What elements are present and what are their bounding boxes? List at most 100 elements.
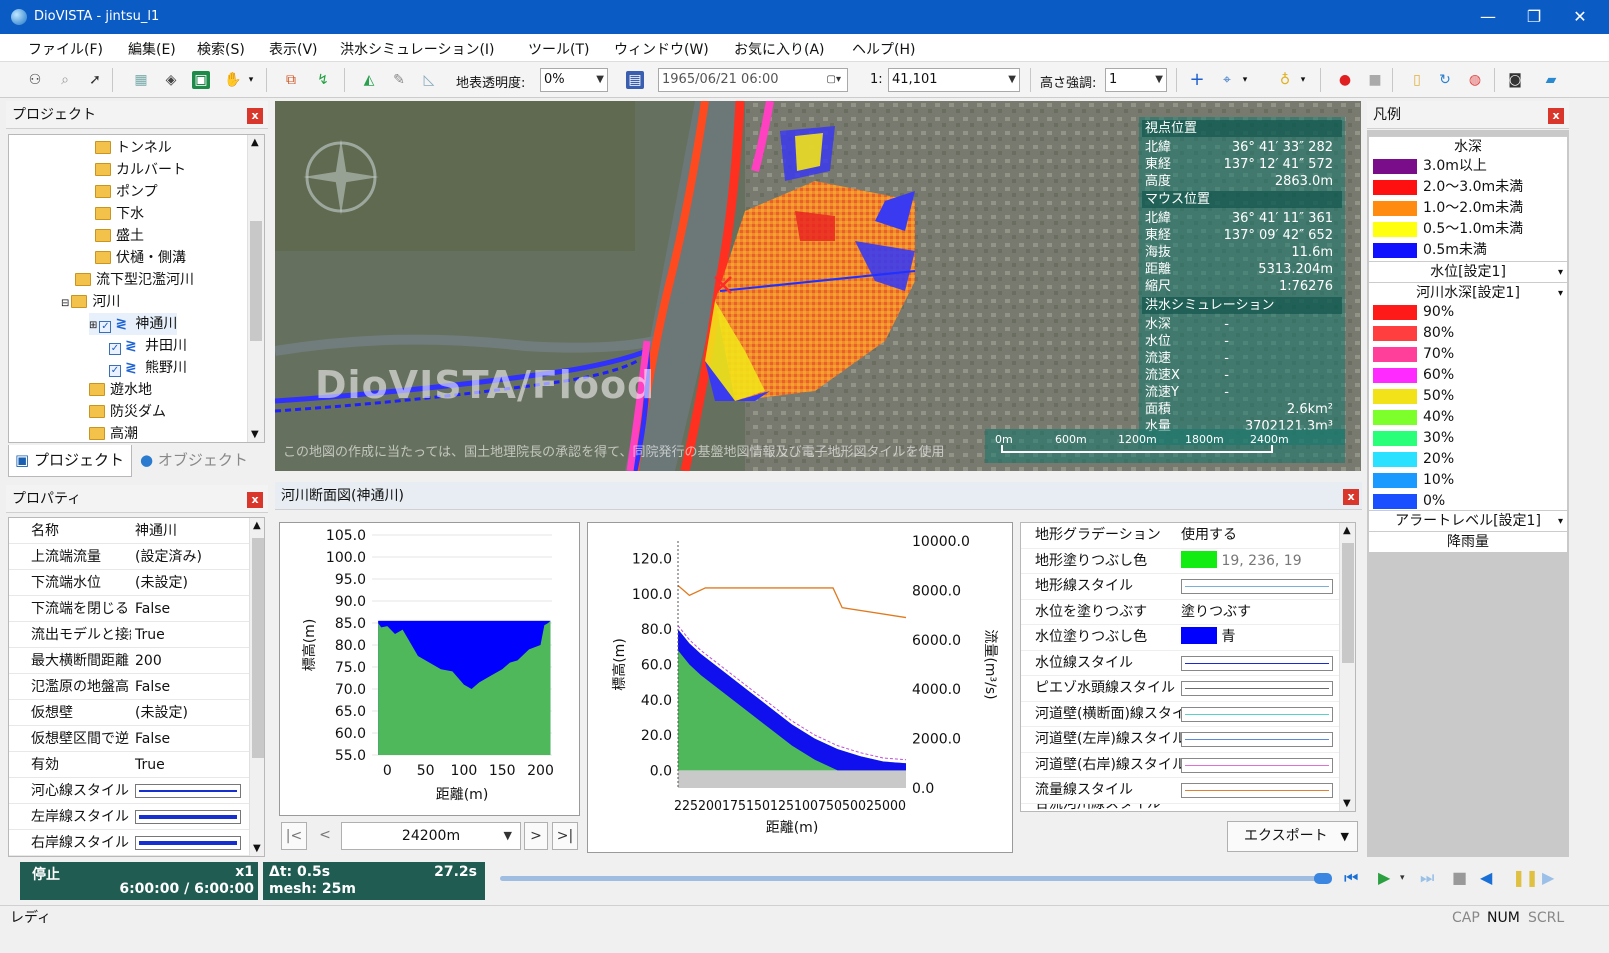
tree-scrollbar[interactable]: ▲ ▼ (247, 135, 264, 442)
minimize-button[interactable]: — (1465, 0, 1511, 34)
pin-icon[interactable]: ◈ (162, 71, 180, 89)
style-row[interactable]: 地形線スタイル (1021, 574, 1339, 600)
style-row[interactable]: 地形塗りつぶし色 19, 236, 19 (1021, 549, 1339, 574)
menu-favorites[interactable]: お気に入り(A) (734, 39, 825, 59)
angle-tool-icon[interactable]: ◺ (420, 71, 438, 89)
crosshair-icon[interactable]: + (1188, 71, 1206, 89)
prop-row[interactable]: 下流端水位 (未設定) (9, 570, 249, 596)
menu-window[interactable]: ウィンドウ(W) (614, 39, 709, 59)
properties-close-icon[interactable]: x (247, 492, 263, 508)
project-close-icon[interactable]: x (247, 108, 263, 124)
lightbulb-icon[interactable]: ♁ (1276, 71, 1294, 89)
style-row[interactable]: 流量線スタイル (1021, 778, 1339, 804)
legend-water-level[interactable]: 水位[設定1] ▾ (1369, 261, 1567, 282)
calendar-icon[interactable]: ▤ (626, 71, 644, 89)
style-scrollbar[interactable]: ▲ ▼ (1339, 523, 1355, 811)
zoom-icon[interactable]: ⌖ (1218, 71, 1236, 89)
style-row[interactable]: ピエゾ水頭線スタイル (1021, 676, 1339, 702)
prop-row[interactable]: 有効 True (9, 752, 249, 778)
close-window-button[interactable]: ✕ (1557, 0, 1603, 34)
checkbox-jintsu[interactable]: ✓ (99, 321, 112, 333)
opacity-select[interactable]: 0% ▼ (540, 68, 608, 92)
prop-row[interactable]: 河心線スタイル (9, 778, 249, 804)
light-dropdown-chevron-icon[interactable]: ▾ (1298, 71, 1308, 89)
tree-scroll-thumb[interactable] (250, 221, 262, 341)
style-row[interactable]: 水位塗りつぶし色 青 (1021, 625, 1339, 651)
export-image-icon[interactable]: ▰ (1542, 71, 1560, 89)
route-icon[interactable]: ↯ (314, 71, 332, 89)
style-row[interactable]: 水位を塗りつぶす 塗りつぶす (1021, 600, 1339, 625)
play-icon[interactable]: ▶ (1378, 868, 1390, 887)
tree-item-culvert[interactable]: カルバート (95, 159, 186, 181)
legend-close-icon[interactable]: x (1548, 108, 1564, 124)
terrain-icon[interactable]: ◭ (360, 71, 378, 89)
tree-item-drain[interactable]: 伏樋・側溝 (95, 247, 186, 269)
scale-select[interactable]: 41,101 ▼ (888, 68, 1020, 92)
style-row[interactable]: 河道壁(横断面)線スタイル (1021, 702, 1339, 727)
prop-row[interactable]: 上流端流量 (設定済み) (9, 544, 249, 570)
style-row[interactable]: 地形グラデーション 使用する (1021, 523, 1339, 549)
longitudinal-chart[interactable]: 120.0 100.0 80.0 60.0 40.0 20.0 0.0 10000.0 8000… (587, 522, 1013, 853)
style-row[interactable]: 河道壁(左岸)線スタイル (1021, 727, 1339, 753)
prop-row[interactable]: 氾濫原の地盤高 False (9, 674, 249, 700)
hand-dropdown-chevron-icon[interactable]: ▾ (246, 71, 256, 89)
cross-section-chart[interactable]: 105.0 100.0 95.0 90.0 85.0 80.0 75.0 70.0 65.0 60… (279, 522, 580, 816)
prop-row[interactable]: 右岸線スタイル (9, 830, 249, 856)
add-object-icon[interactable]: ⧉ (282, 71, 300, 89)
checkbox-kumano[interactable]: ✓ (109, 365, 121, 377)
tree-item-tunnel[interactable]: トンネル (95, 137, 172, 159)
props-scroll-thumb[interactable] (252, 538, 264, 758)
zoom-search-icon[interactable]: ⌕ (56, 71, 74, 89)
binoculars-icon[interactable]: ⚇ (26, 71, 44, 89)
props-scrollbar[interactable]: ▲ ▼ (249, 518, 264, 856)
height-select[interactable]: 1 ▼ (1105, 68, 1167, 92)
checkbox-ida[interactable]: ✓ (109, 343, 121, 355)
skip-forward-icon[interactable]: ⏭ (1420, 868, 1434, 888)
tree-item-embankment[interactable]: 盛土 (95, 225, 144, 247)
step-forward-icon[interactable]: ▶ (1542, 868, 1554, 887)
tree-item-storm-surge[interactable]: 高潮 (89, 423, 138, 442)
restore-button[interactable]: ❐ (1511, 0, 1557, 34)
nav-next-button[interactable]: > (524, 822, 548, 850)
stop-record-icon[interactable]: ■ (1366, 71, 1384, 89)
menu-file[interactable]: ファイル(F) (28, 39, 103, 59)
tab-object[interactable]: ● オブジェクト (134, 445, 262, 477)
pencil-icon[interactable]: ✎ (390, 71, 408, 89)
skip-back-icon[interactable]: ⏮ (1344, 868, 1358, 888)
datetime-field[interactable]: 1965/06/21 06:00 ▢▾ (658, 68, 848, 92)
prop-row[interactable]: 流出モデルと接続True (9, 622, 249, 648)
legend-alert-level[interactable]: アラートレベル[設定1] ▾ (1369, 510, 1567, 531)
document-icon[interactable]: ▯ (1408, 71, 1426, 89)
zoom-dropdown-chevron-icon[interactable]: ▾ (1240, 71, 1250, 89)
style-scroll-thumb[interactable] (1342, 543, 1354, 663)
prop-row[interactable]: 下流端を閉じる False (9, 596, 249, 622)
nav-first-button[interactable]: |< (281, 822, 307, 850)
legend-rainfall[interactable]: 降雨量 (1369, 531, 1567, 552)
menu-view[interactable]: 表示(V) (269, 39, 318, 59)
menu-help[interactable]: ヘルプ(H) (852, 39, 915, 59)
tree-item-river[interactable]: ⊟ 河川 (61, 291, 120, 313)
pause-icon[interactable]: ❚❚ (1512, 868, 1539, 887)
export-button[interactable]: エクスポート ▼ (1227, 821, 1358, 852)
globe-icon[interactable]: ◍ (1466, 71, 1484, 89)
nav-last-button[interactable]: >| (552, 822, 578, 850)
camera-icon[interactable]: ◙ (1506, 71, 1524, 89)
prop-row[interactable]: 左岸線スタイル (9, 804, 249, 830)
timeline-slider[interactable] (500, 873, 1332, 884)
tree-item-jintsu[interactable]: ⊞ ✓ ≷ 神通川 (89, 313, 178, 335)
tree-item-dam[interactable]: 防災ダム (89, 401, 166, 423)
menu-edit[interactable]: 編集(E) (128, 39, 176, 59)
hand-pan-icon[interactable]: ✋ (224, 71, 242, 89)
menu-flood-sim[interactable]: 洪水シミュレーション(I) (340, 39, 495, 59)
tree-item-flow-river[interactable]: 流下型氾濫河川 (75, 269, 194, 291)
step-back-icon[interactable]: ◀ (1480, 868, 1492, 887)
nav-prev-button[interactable]: < (311, 822, 339, 850)
tree-item-ida[interactable]: ✓ ≷ 井田川 (109, 335, 187, 357)
layer-map-icon[interactable]: ▣ (192, 71, 210, 89)
tab-project[interactable]: ▣ プロジェクト (8, 445, 132, 477)
prop-row[interactable]: 最大横断間距離 200 (9, 648, 249, 674)
style-row[interactable]: 河道壁(右岸)線スタイル (1021, 753, 1339, 778)
refresh-icon[interactable]: ↻ (1436, 71, 1454, 89)
station-select[interactable]: 24200m ▼ (341, 822, 521, 850)
style-row[interactable]: 水位線スタイル (1021, 651, 1339, 676)
